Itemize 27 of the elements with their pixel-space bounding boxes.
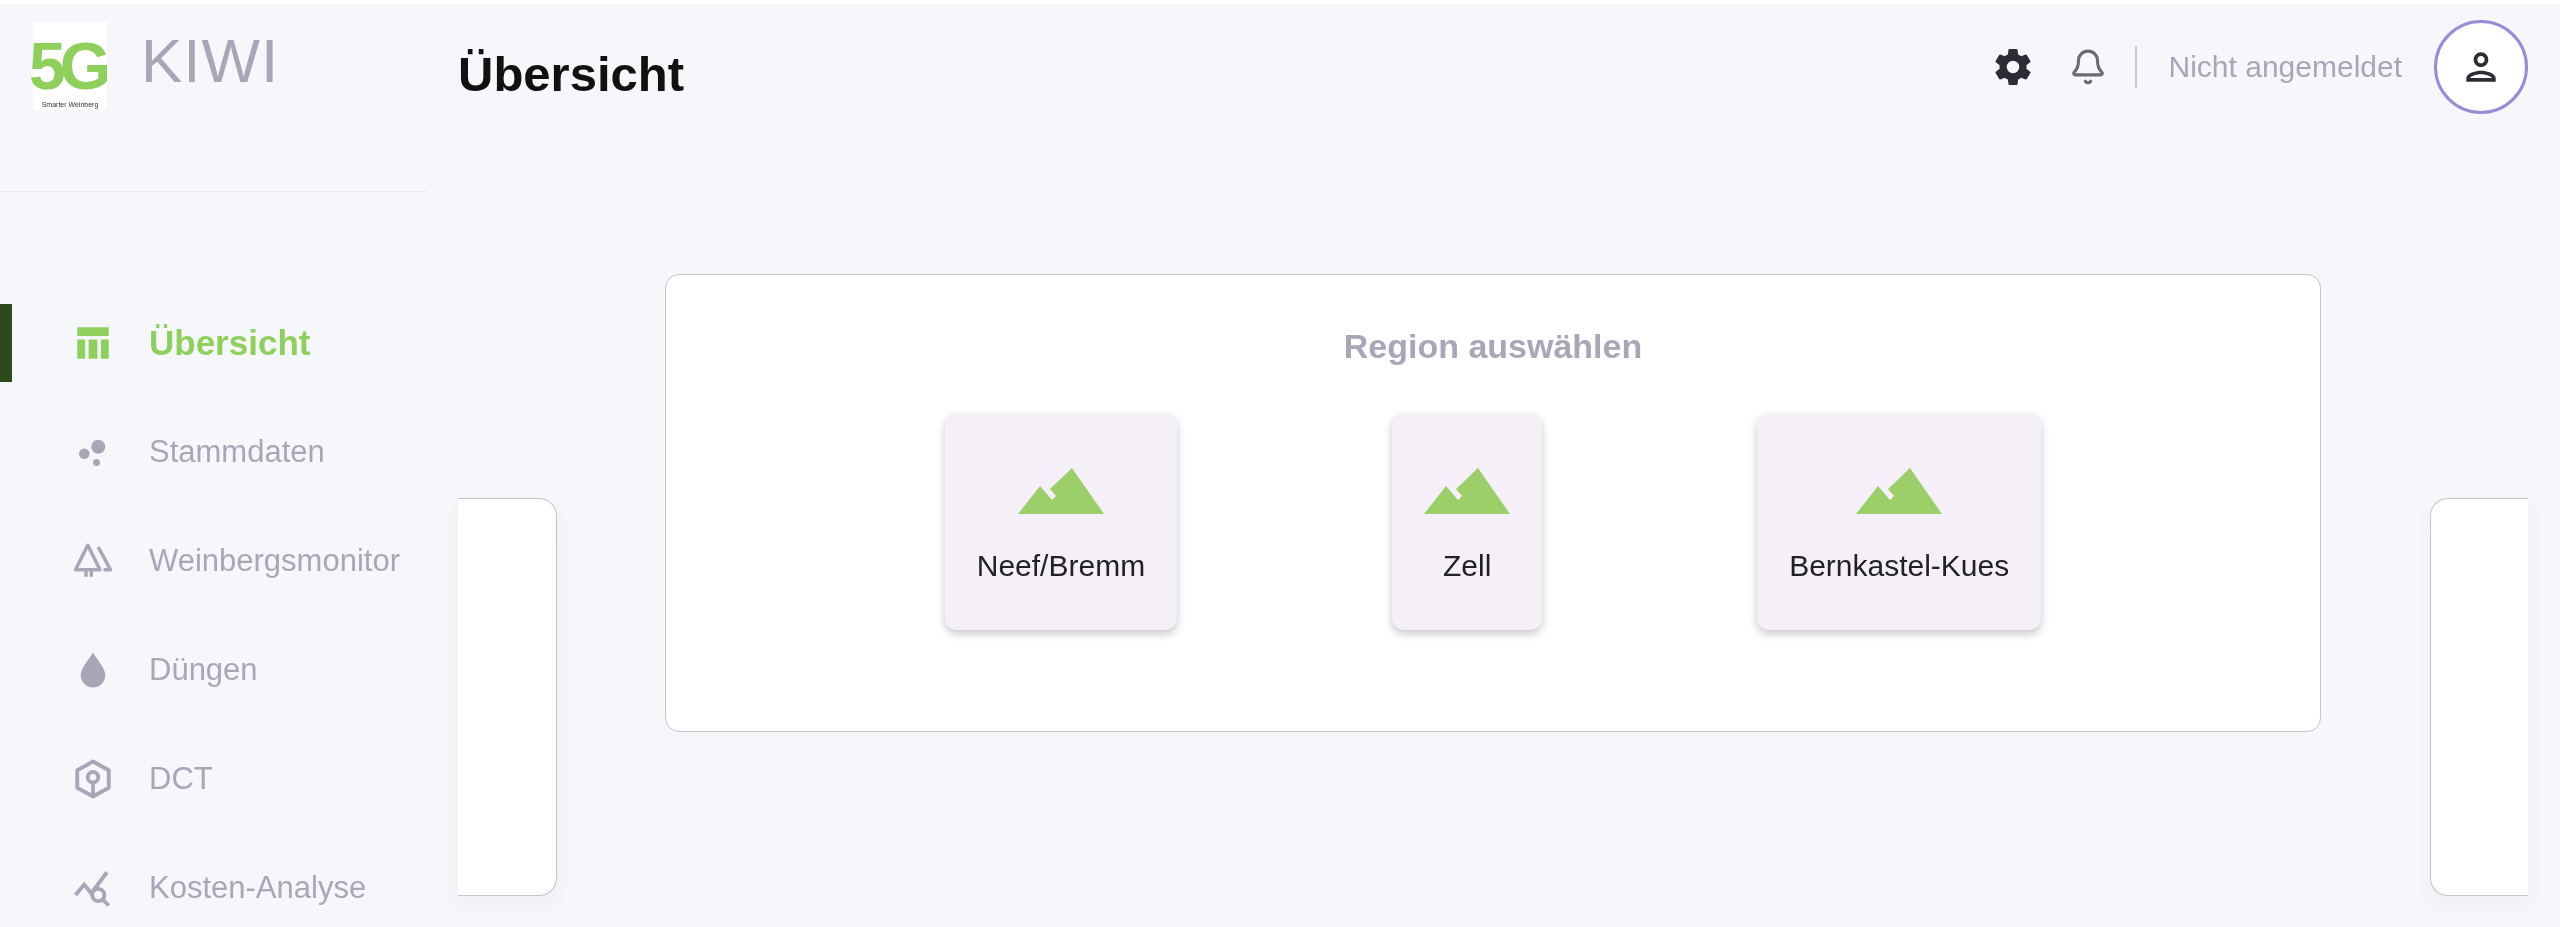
sidebar-label: Weinbergsmonitor: [149, 543, 400, 579]
region-tile[interactable]: Zell: [1392, 413, 1543, 630]
sidebar-label: Kosten-Analyse: [149, 870, 367, 906]
region-tile[interactable]: Bernkastel-Kues: [1757, 413, 2042, 630]
sidebar-item[interactable]: Weinbergsmonitor: [0, 522, 427, 600]
brand-name: KIWI: [141, 30, 280, 92]
sidebar-label: Übersicht: [149, 323, 311, 363]
cube-icon: [72, 758, 114, 800]
picker-title: Region auswählen: [1343, 327, 1643, 366]
sidebar-item[interactable]: Kosten-Analyse: [0, 849, 427, 927]
logo-mark: 5G: [29, 32, 107, 100]
mountain-icon: [1017, 468, 1104, 514]
user-status: Nicht angemeldet: [2168, 50, 2402, 84]
mountain-icon: [1424, 468, 1511, 514]
sidebar-item[interactable]: DCT: [0, 740, 427, 818]
sidebar-label: DCT: [149, 761, 213, 797]
region-label: Neef/Bremm: [976, 549, 1146, 583]
mountain-icon: [1856, 468, 1943, 514]
sidebar-label: Stammdaten: [149, 434, 325, 470]
region-label: Bernkastel-Kues: [1789, 549, 2010, 583]
sidebar-item[interactable]: Stammdaten: [0, 413, 427, 491]
region-label: Zell: [1442, 549, 1492, 583]
sidebar-item[interactable]: Düngen: [0, 631, 427, 709]
page-title: Übersicht: [458, 46, 684, 102]
sidebar-item[interactable]: Übersicht: [0, 304, 427, 382]
region-tile[interactable]: Neef/Bremm: [944, 413, 1178, 630]
sidebar-label: Düngen: [149, 652, 258, 688]
